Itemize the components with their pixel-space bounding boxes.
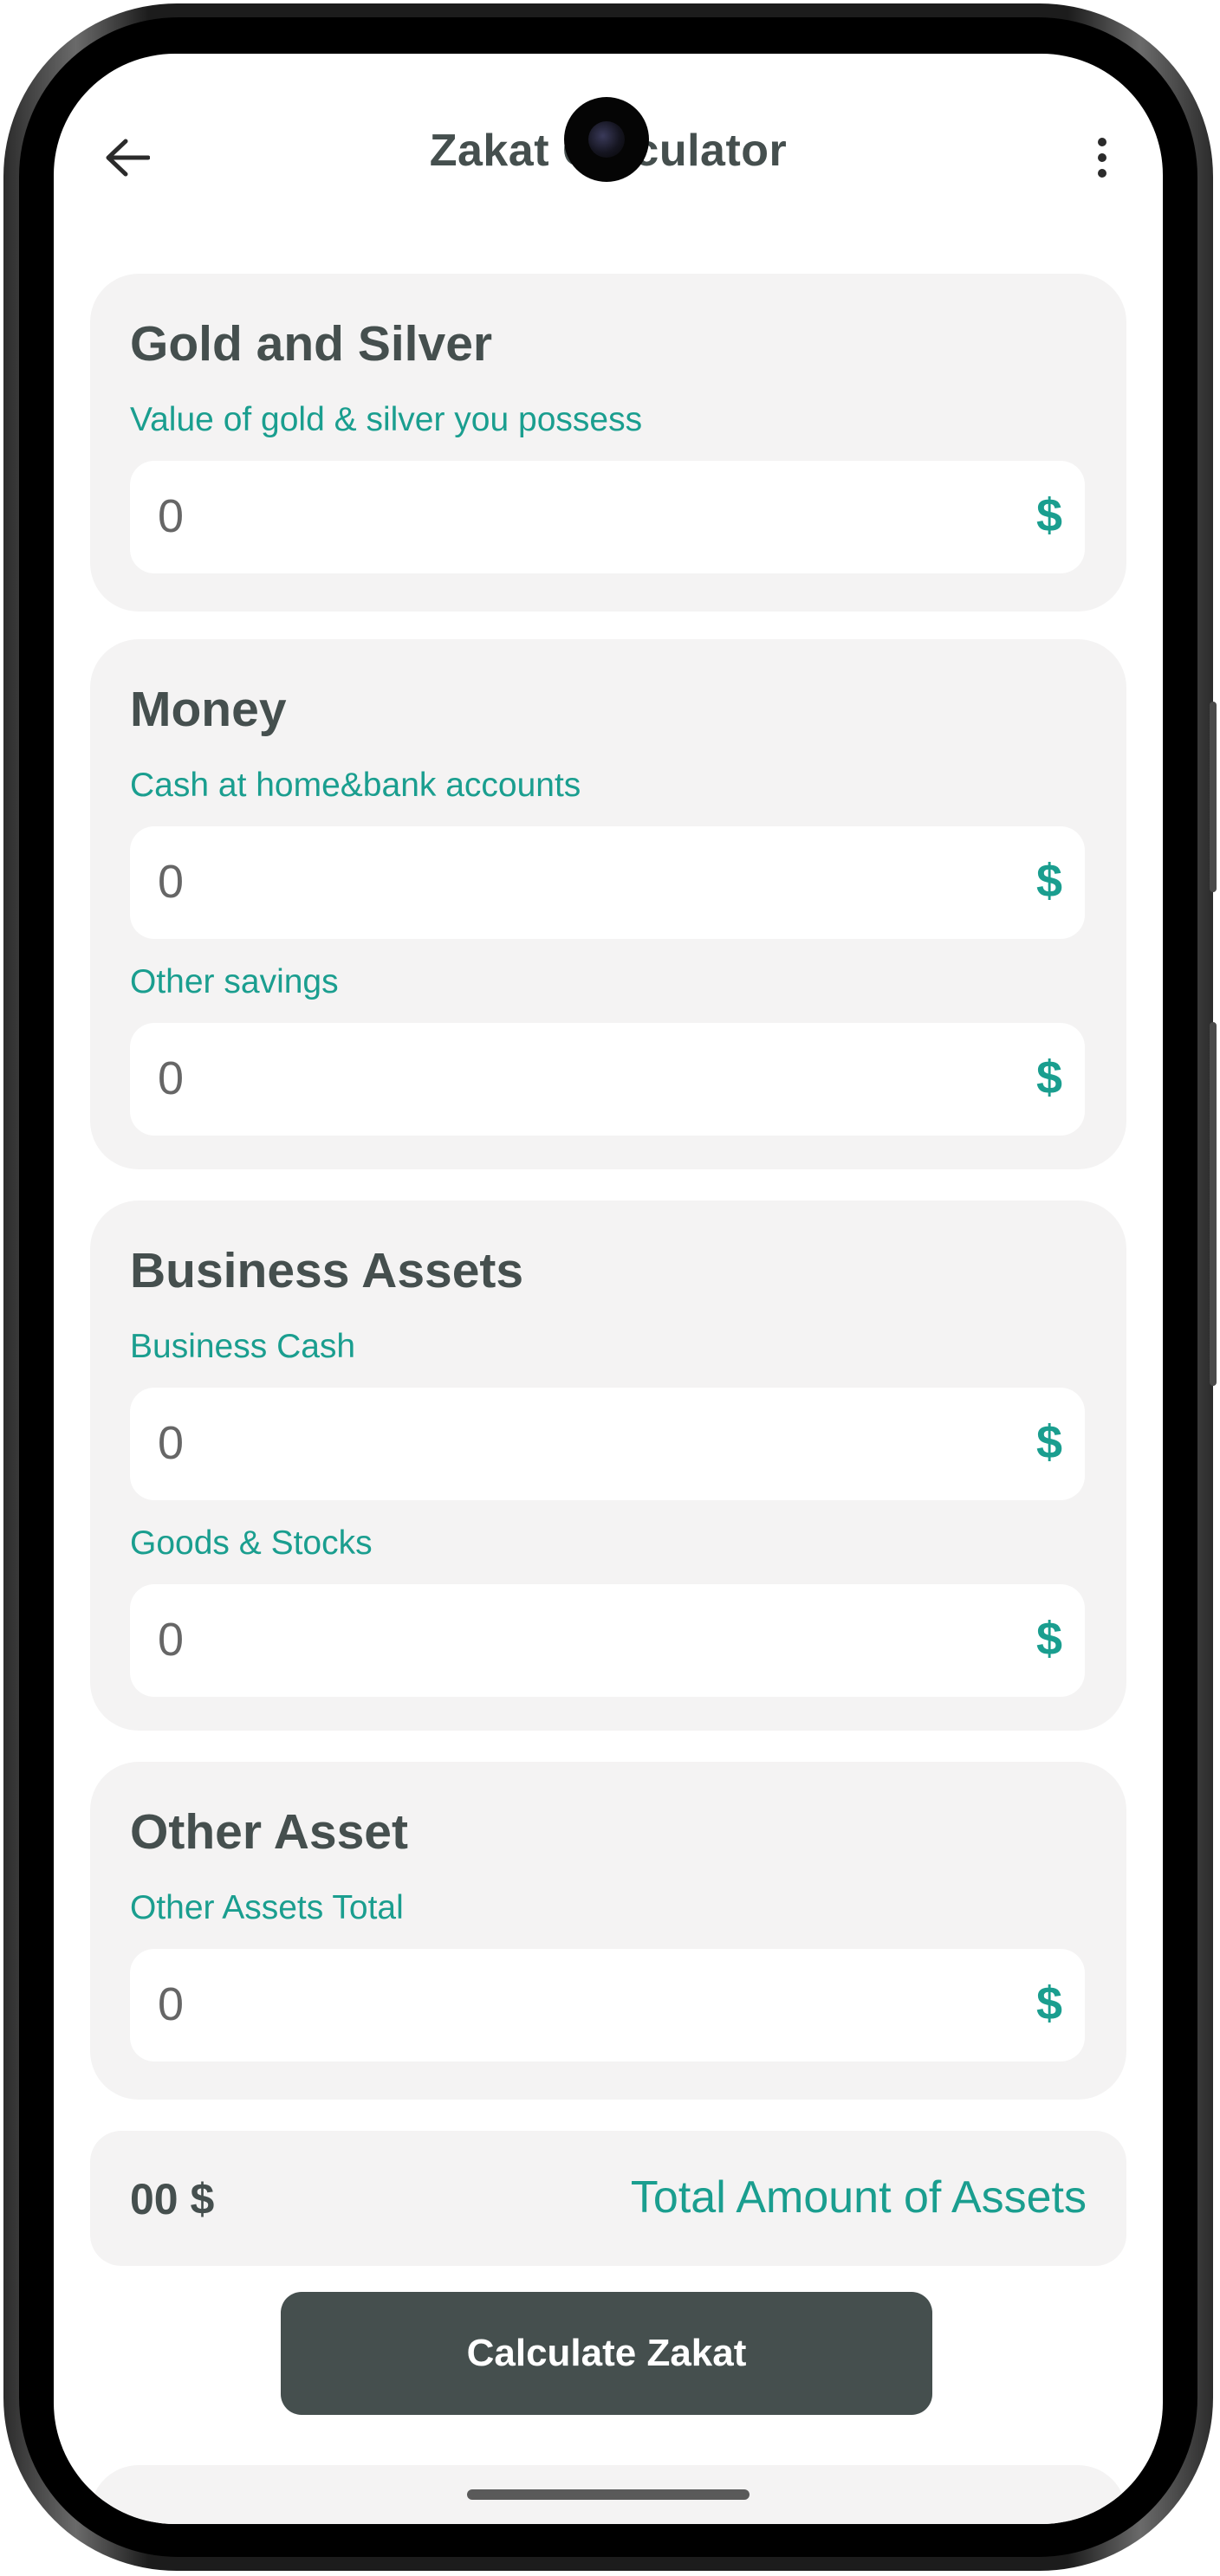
- dollar-icon: $: [1035, 855, 1062, 907]
- field-value: 0: [158, 1978, 185, 2030]
- section-money: Money Cash at home&bank accounts 0 $ Oth…: [90, 639, 1126, 1169]
- total-assets-summary: 00 $ Total Amount of Assets: [90, 2131, 1126, 2266]
- section-title: Money: [130, 682, 287, 737]
- other-savings-input[interactable]: 0 $: [130, 1023, 1085, 1136]
- field-value: 0: [158, 1614, 185, 1666]
- total-assets-label: Total Amount of Assets: [630, 2172, 1087, 2223]
- goods-stocks-input[interactable]: 0 $: [130, 1584, 1085, 1697]
- section-title: Business Assets: [130, 1243, 524, 1298]
- dollar-icon: $: [1035, 1416, 1062, 1468]
- calculate-zakat-button[interactable]: Calculate Zakat: [281, 2292, 932, 2415]
- field-value: 0: [158, 1052, 185, 1104]
- section-title: Gold and Silver: [130, 316, 493, 372]
- total-assets-value: 00 $: [130, 2175, 215, 2223]
- field-value: 0: [158, 856, 185, 908]
- section-business-assets: Business Assets Business Cash 0 $ Goods …: [90, 1201, 1126, 1731]
- app-screen: Zakat Calculator Gold and Silver Value o…: [54, 54, 1163, 2524]
- field-label: Other savings: [130, 963, 339, 1000]
- section-other-asset: Other Asset Other Assets Total 0 $: [90, 1762, 1126, 2100]
- field-label: Cash at home&bank accounts: [130, 767, 581, 804]
- more-options-button[interactable]: [1076, 127, 1128, 188]
- dollar-icon: $: [1035, 1052, 1062, 1104]
- more-vertical-icon-dot: [1098, 153, 1106, 162]
- field-label: Other Assets Total: [130, 1889, 404, 1926]
- camera-lens: [588, 121, 625, 158]
- front-camera: [564, 97, 649, 182]
- other-assets-total-input[interactable]: 0 $: [130, 1949, 1085, 2061]
- business-cash-input[interactable]: 0 $: [130, 1388, 1085, 1500]
- power-button: [1210, 702, 1217, 892]
- section-gold-silver: Gold and Silver Value of gold & silver y…: [90, 274, 1126, 612]
- dollar-icon: $: [1035, 1613, 1062, 1665]
- home-indicator[interactable]: [467, 2489, 750, 2500]
- field-value: 0: [158, 490, 185, 542]
- section-title: Other Asset: [130, 1804, 408, 1860]
- phone-device: Zakat Calculator Gold and Silver Value o…: [0, 0, 1220, 2576]
- more-vertical-icon: [1098, 138, 1106, 146]
- volume-button: [1210, 1022, 1217, 1386]
- gold-silver-value-input[interactable]: 0 $: [130, 461, 1085, 573]
- field-label: Value of gold & silver you possess: [130, 401, 643, 438]
- cash-accounts-input[interactable]: 0 $: [130, 826, 1085, 939]
- dollar-icon: $: [1035, 1977, 1062, 2029]
- field-label: Business Cash: [130, 1328, 356, 1365]
- field-value: 0: [158, 1417, 185, 1469]
- field-label: Goods & Stocks: [130, 1524, 373, 1562]
- dollar-icon: $: [1035, 489, 1062, 541]
- more-vertical-icon-dot: [1098, 169, 1106, 178]
